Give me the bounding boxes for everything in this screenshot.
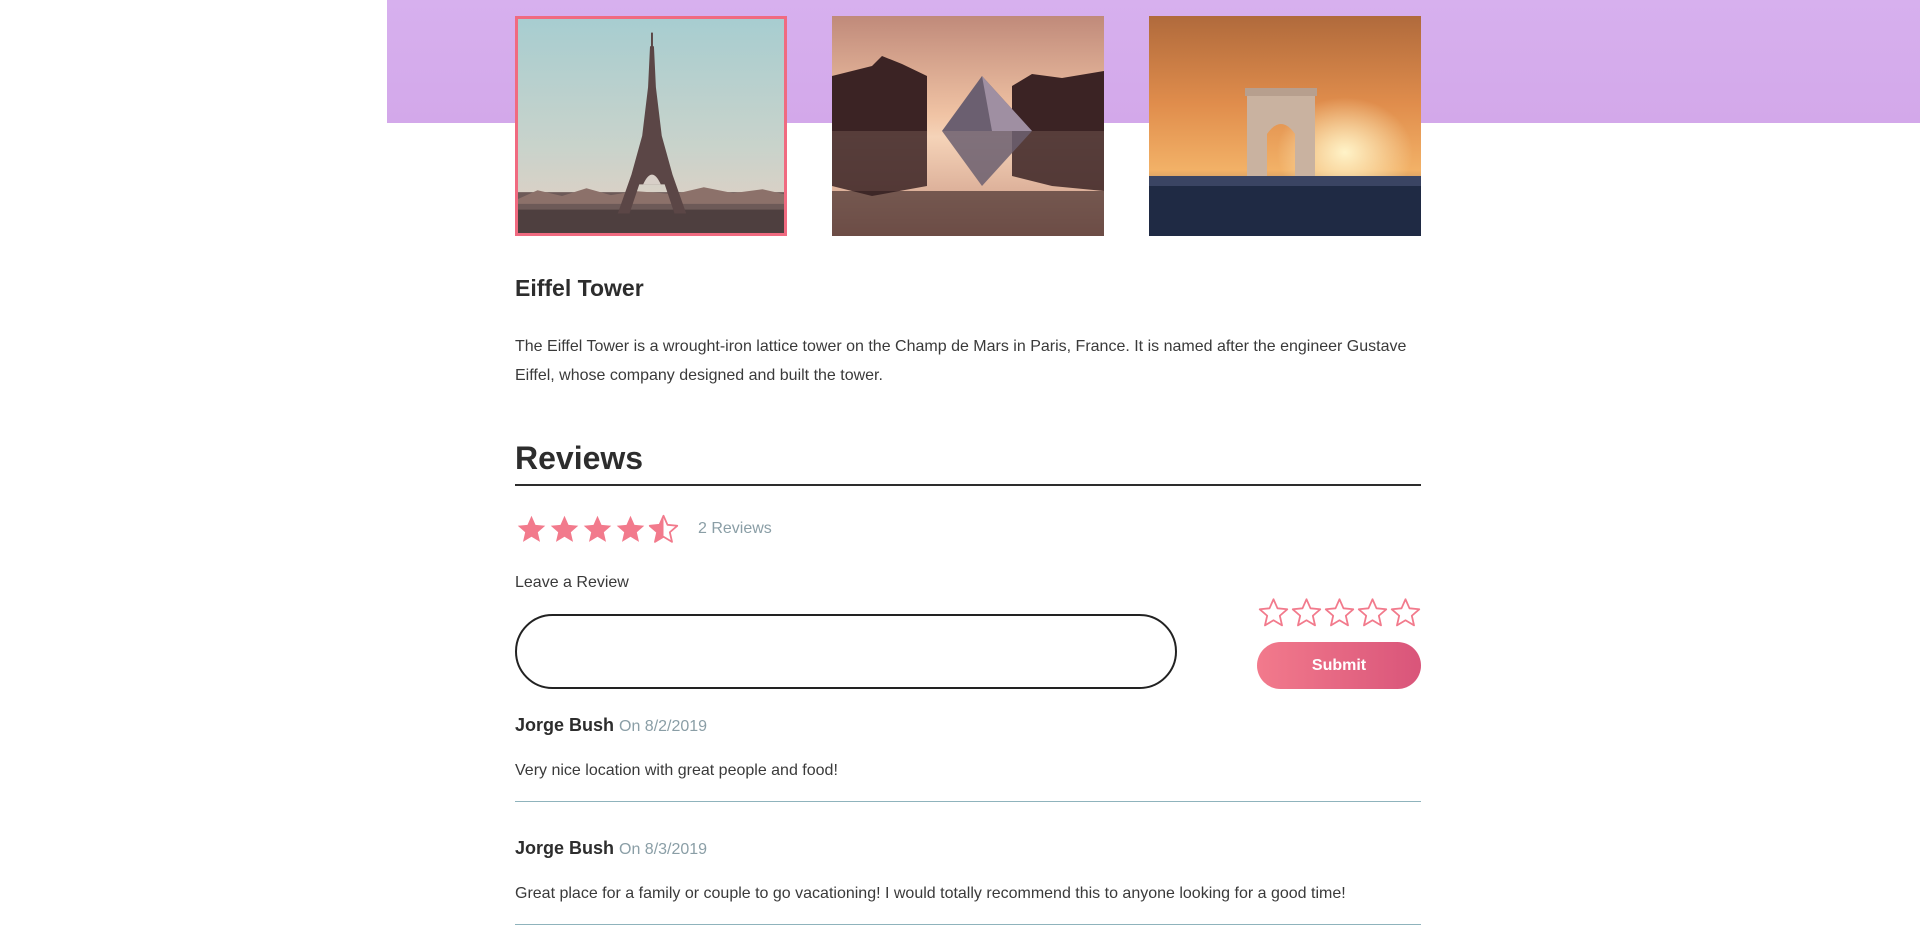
- review-item: Jorge Bush On 8/3/2019 Great place for a…: [515, 835, 1421, 935]
- star-outline-icon[interactable]: [1389, 596, 1422, 630]
- leave-review-label: Leave a Review: [515, 574, 629, 591]
- review-date: On 8/2/2019: [619, 718, 708, 735]
- gallery-thumb-eiffel-tower[interactable]: [515, 16, 787, 236]
- place-title: Eiffel Tower: [515, 275, 644, 301]
- eiffel-tower-image: [518, 19, 784, 233]
- review-author: Jorge Bush: [515, 715, 615, 735]
- rating-input-stars: [1257, 596, 1422, 630]
- gallery-thumb-louvre[interactable]: [832, 16, 1104, 236]
- reviews-heading: Reviews: [515, 440, 644, 476]
- star-icon: [517, 515, 546, 542]
- review-divider: [515, 924, 1421, 925]
- star-outline-icon[interactable]: [1257, 596, 1290, 630]
- review-text: Very nice location with great people and…: [515, 762, 838, 779]
- page: Eiffel Tower The Eiffel Tower is a wroug…: [0, 0, 1920, 937]
- review-divider: [515, 801, 1421, 802]
- star-icon: [583, 515, 612, 542]
- rating-summary: 2 Reviews: [515, 511, 772, 547]
- image-gallery: [515, 16, 1421, 236]
- star-icon: [550, 515, 579, 542]
- star-icon: [616, 515, 645, 542]
- star-outline-icon[interactable]: [1356, 596, 1389, 630]
- louvre-pyramid-image: [832, 16, 1104, 236]
- star-outline-icon[interactable]: [1323, 596, 1356, 630]
- arc-de-triomphe-image: [1149, 16, 1421, 236]
- review-text: Great place for a family or couple to go…: [515, 885, 1346, 902]
- review-author: Jorge Bush: [515, 838, 615, 858]
- submit-review-button[interactable]: Submit: [1257, 642, 1421, 689]
- review-count: 2 Reviews: [698, 520, 772, 537]
- gallery-thumb-arc-de-triomphe[interactable]: [1149, 16, 1421, 236]
- review-text-input[interactable]: [515, 614, 1177, 689]
- review-date: On 8/3/2019: [619, 841, 708, 858]
- review-item: Jorge Bush On 8/2/2019 Very nice locatio…: [515, 712, 1421, 812]
- reviews-divider: [515, 484, 1421, 486]
- average-rating-stars: [515, 513, 680, 546]
- place-description: The Eiffel Tower is a wrought-iron latti…: [515, 338, 1407, 384]
- star-outline-icon[interactable]: [1290, 596, 1323, 630]
- star-half-icon: [648, 514, 679, 543]
